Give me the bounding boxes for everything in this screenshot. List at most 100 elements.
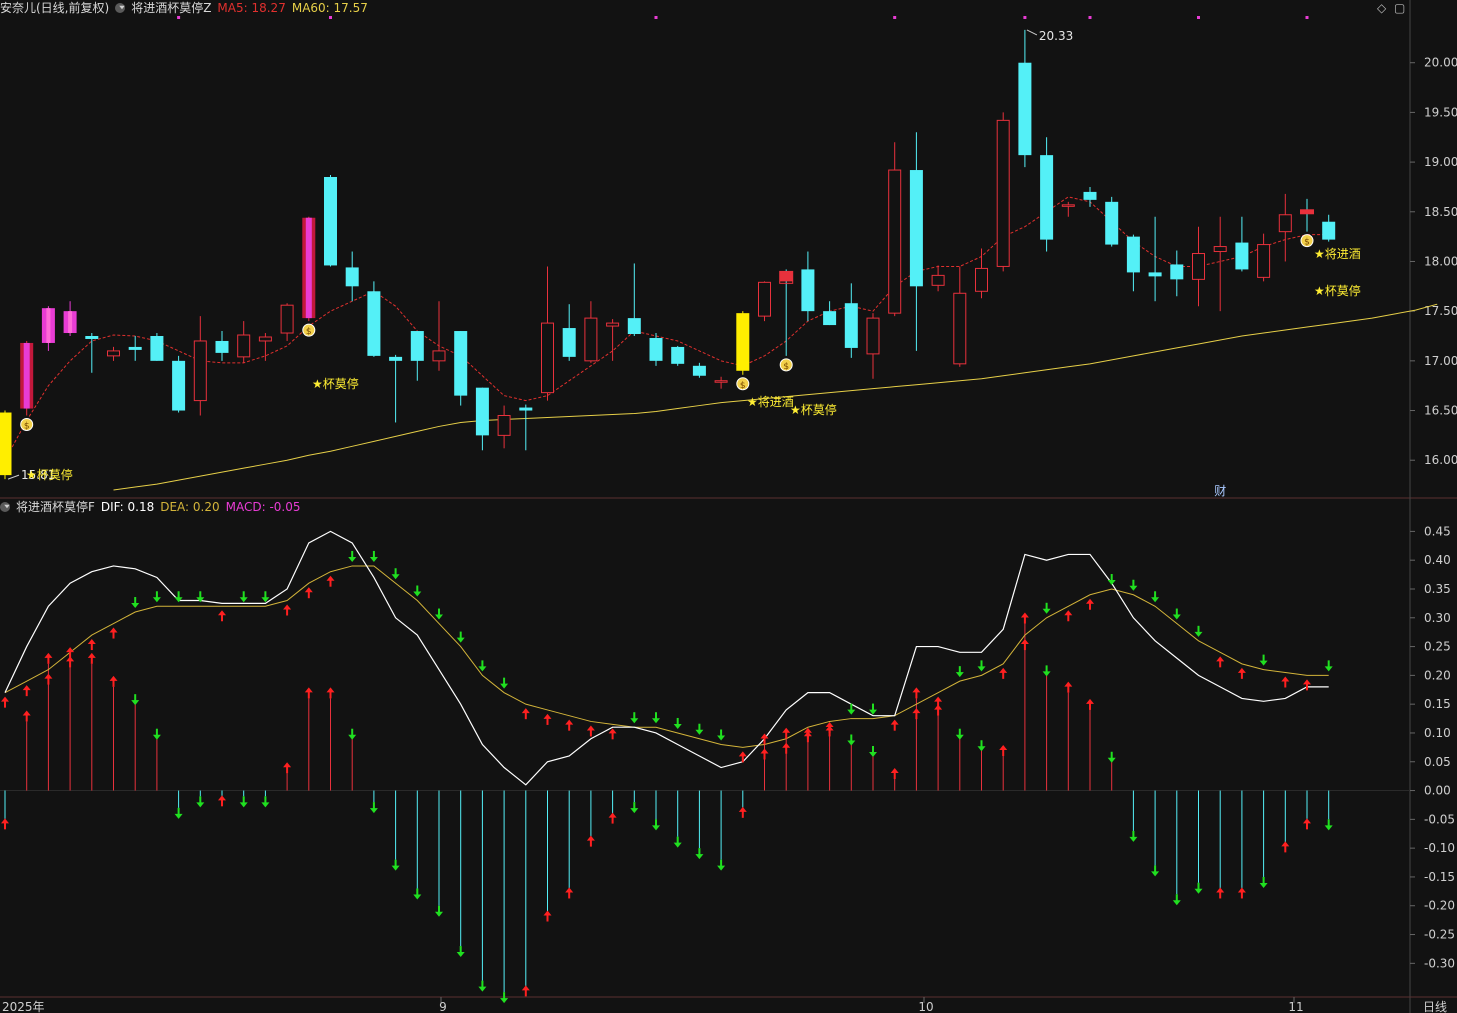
top-dot bbox=[1023, 16, 1027, 19]
money-bag-icon-glyph: $ bbox=[1304, 238, 1310, 248]
indicator-dropdown-icon[interactable] bbox=[115, 3, 126, 13]
candle-body-down bbox=[562, 328, 576, 357]
candle-body-top-fill bbox=[779, 271, 793, 282]
macd-signal-arrow bbox=[652, 825, 660, 831]
high-price-label: 20.33 bbox=[1039, 29, 1073, 43]
low-pointer bbox=[7, 474, 20, 480]
candle-body-top-fill bbox=[1300, 209, 1314, 214]
dea-signal-arrow bbox=[1259, 660, 1268, 666]
dea-signal-arrow bbox=[435, 614, 443, 620]
high-pointer bbox=[1026, 29, 1038, 36]
candle-body-up bbox=[714, 380, 728, 383]
price-tick-label: 18.00 bbox=[1424, 254, 1457, 268]
dea-signal-arrow bbox=[391, 574, 400, 580]
macd-signal-arrow bbox=[261, 802, 270, 808]
candle-body-down bbox=[1126, 236, 1140, 273]
dif-line bbox=[4, 530, 1329, 786]
dif-value: DIF: 0.18 bbox=[100, 500, 155, 514]
finance-marker: 财 bbox=[1214, 484, 1226, 498]
top-dot bbox=[654, 16, 658, 19]
signal-label: ★将进酒 bbox=[747, 395, 794, 409]
macd-tick-label: 0.45 bbox=[1424, 524, 1451, 538]
candle-body-core bbox=[305, 217, 312, 319]
macd-signal-arrow bbox=[478, 986, 487, 992]
candle-body-up bbox=[758, 281, 771, 317]
money-bag-icon-glyph: $ bbox=[24, 422, 30, 432]
ma5-value: MA5: 18.27 bbox=[217, 1, 286, 15]
maximize-icon[interactable]: ▢ bbox=[1394, 1, 1405, 15]
dea-signal-arrow bbox=[717, 735, 726, 741]
macd-tick-label: 0.35 bbox=[1424, 582, 1451, 596]
dea-signal-arrow bbox=[630, 718, 639, 724]
macd-signal-arrow bbox=[348, 734, 357, 740]
top-dot bbox=[1088, 16, 1092, 19]
candle-body-down bbox=[844, 303, 858, 348]
candle-body-down bbox=[172, 360, 186, 411]
macd-tick-label: -0.05 bbox=[1424, 812, 1455, 826]
dea-signal-arrow bbox=[847, 709, 856, 715]
macd-signal-arrow bbox=[1194, 888, 1203, 894]
macd-signal-arrow bbox=[1172, 900, 1181, 906]
candle-body-up bbox=[975, 267, 988, 292]
candle-body-core bbox=[23, 342, 30, 409]
candle-body-up bbox=[1257, 244, 1271, 278]
sub-indicator-name[interactable]: 将进酒杯莫停F bbox=[16, 499, 95, 515]
dea-signal-arrow bbox=[152, 597, 161, 603]
price-tick-label: 17.00 bbox=[1424, 354, 1457, 368]
signal-label: ★杯莫停 bbox=[26, 467, 73, 482]
candle-body-up bbox=[953, 292, 967, 365]
macd-signal-arrow bbox=[413, 894, 422, 900]
macd-signal-arrow bbox=[456, 952, 465, 958]
candle-body-down bbox=[345, 267, 359, 287]
candle-body-down bbox=[823, 311, 837, 326]
macd-signal-arrow bbox=[673, 842, 682, 848]
candle-body-up bbox=[1213, 246, 1227, 253]
dea-signal-arrow bbox=[413, 591, 422, 597]
candle-body-signal bbox=[736, 313, 750, 371]
candle-body-down bbox=[454, 331, 468, 396]
macd-signal-arrow bbox=[1324, 825, 1333, 831]
main-indicator-name[interactable]: 将进酒杯莫停Z bbox=[131, 0, 211, 16]
stock-title[interactable]: 安奈儿(日线,前复权) bbox=[0, 0, 109, 16]
dea-signal-arrow bbox=[478, 666, 487, 672]
top-dot bbox=[893, 16, 897, 19]
ma60-value: MA60: 17.57 bbox=[291, 1, 368, 15]
top-dot bbox=[1305, 16, 1309, 19]
macd-tick-label: -0.30 bbox=[1424, 956, 1455, 970]
candle-body-up bbox=[1061, 204, 1075, 207]
x-tick-label: 2025年 bbox=[2, 1000, 45, 1013]
main-chart-header: 安奈儿(日线,前复权) 将进酒杯莫停Z MA5: 18.27 MA60: 17.… bbox=[0, 0, 368, 16]
macd-signal-arrow bbox=[630, 808, 639, 814]
macd-signal-arrow bbox=[1259, 882, 1268, 888]
signal-label: ★杯莫停 bbox=[790, 402, 837, 417]
x-tick-label: 11 bbox=[1288, 1000, 1303, 1013]
dea-signal-arrow bbox=[456, 637, 465, 643]
candle-body-down bbox=[475, 387, 489, 436]
candle-body-up bbox=[606, 322, 620, 327]
price-tick-label: 19.50 bbox=[1424, 105, 1457, 119]
candle-body-down bbox=[1170, 264, 1184, 280]
candle-body-down bbox=[324, 177, 337, 266]
candle-body-signal bbox=[0, 412, 12, 476]
candle-body-down bbox=[1083, 191, 1097, 200]
sub-indicator-dropdown-icon[interactable] bbox=[0, 502, 10, 512]
macd-tick-label: -0.20 bbox=[1424, 899, 1455, 913]
macd-signal-arrow bbox=[869, 752, 877, 757]
candle-body-up bbox=[584, 317, 598, 362]
restore-icon[interactable]: ◇ bbox=[1377, 1, 1386, 15]
candle-body-down bbox=[367, 291, 381, 356]
dea-signal-arrow bbox=[695, 729, 704, 735]
macd-tick-label: -0.25 bbox=[1424, 928, 1455, 942]
macd-tick-label: 0.20 bbox=[1424, 668, 1451, 682]
candle-body-down bbox=[1235, 242, 1249, 270]
macd-tick-label: 0.25 bbox=[1424, 640, 1451, 654]
dea-signal-arrow bbox=[1129, 585, 1138, 591]
period-label: 日线 bbox=[1423, 1000, 1447, 1013]
price-tick-label: 16.50 bbox=[1424, 404, 1457, 418]
macd-tick-label: 0.30 bbox=[1424, 611, 1451, 625]
macd-signal-arrow bbox=[391, 865, 400, 871]
macd-tick-label: 0.15 bbox=[1424, 697, 1451, 711]
candle-body-down bbox=[519, 407, 533, 411]
macd-signal-arrow bbox=[435, 911, 443, 917]
macd-signal-arrow bbox=[152, 734, 161, 740]
